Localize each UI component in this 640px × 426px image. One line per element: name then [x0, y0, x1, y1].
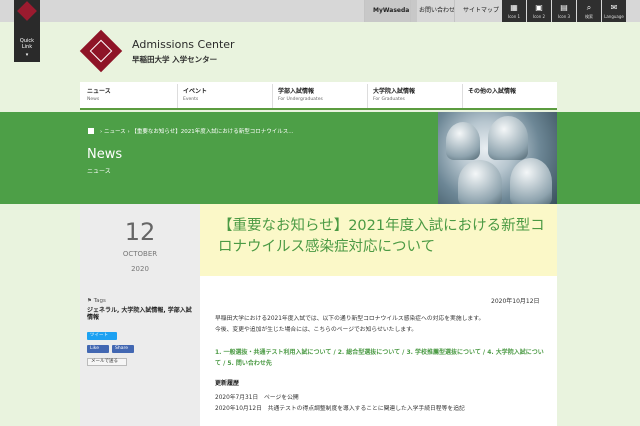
history-list: 2020年7月31日 ページを公開 2020年10月12日 共通テストの得点調整…	[215, 393, 545, 415]
tweet-button[interactable]: ツイート	[87, 332, 117, 340]
nav-item-graduates[interactable]: 大学院入試情報 For Graduates	[367, 84, 462, 108]
date-day: 12	[124, 218, 156, 246]
history-item: 2020年10月12日 共通テストの得点調整制度を導入することに関連した入学手続…	[215, 406, 465, 412]
article-heading: 【重要なお知らせ】2021年度入試における新型コロナウイルス感染症対応について	[218, 218, 545, 255]
waseda-logo-icon	[17, 1, 37, 21]
breadcrumb-news[interactable]: ニュース	[104, 129, 126, 135]
article-intro: 早稲田大学における2021年度入試では、以下の通り新型コロナウイルス感染症への対…	[215, 316, 485, 333]
page-subtitle: ニュース	[87, 168, 111, 175]
article-date: 2020年10月12日	[491, 298, 540, 305]
chevron-down-icon: ▾	[25, 52, 29, 58]
sitemap-link[interactable]: サイトマップ	[454, 0, 507, 22]
bells-photo	[438, 112, 557, 204]
nav-item-undergraduates[interactable]: 学部入試情報 For Undergraduates	[272, 84, 367, 108]
home-icon[interactable]	[88, 128, 94, 134]
speech-bubble-icon: ✉	[610, 3, 618, 12]
building-icon: ▦	[510, 3, 518, 12]
language-button[interactable]: ✉ Language	[602, 0, 626, 22]
quick-link-button[interactable]: Quick Link ▾	[14, 0, 40, 62]
grid-icon: ▤	[560, 3, 568, 12]
search-icon: ⌕	[586, 3, 592, 12]
nav-item-events[interactable]: イベント Events	[177, 84, 272, 108]
quick-link-label: Quick Link	[19, 38, 35, 50]
tags-list[interactable]: ジェネラル, 大学院入試情報, 学部入試情報	[87, 307, 197, 321]
facebook-like-button[interactable]: Like	[87, 345, 109, 353]
utility-icon-3[interactable]: ▤ Icon 3	[552, 0, 576, 22]
nav-item-news[interactable]: ニュース News	[82, 84, 177, 108]
page-title: News	[87, 147, 123, 162]
mail-button[interactable]: メールで送る	[87, 358, 127, 366]
date-year: 2020	[131, 265, 149, 273]
facebook-share-button[interactable]: Share	[112, 345, 134, 353]
search-button[interactable]: ⌕ 検索	[577, 0, 601, 22]
utility-icon-1[interactable]: ▦ Icon 1	[502, 0, 526, 22]
site-header	[80, 22, 557, 82]
history-heading: 更新履歴	[215, 380, 240, 387]
breadcrumb: › ニュース › 【重要なお知らせ】2021年度入試における新型コロナウイルス.…	[88, 127, 294, 135]
breadcrumb-current: 【重要なお知らせ】2021年度入試における新型コロナウイルス...	[131, 129, 294, 135]
history-item: 2020年7月31日 ページを公開	[215, 395, 299, 401]
bus-icon: ▣	[535, 3, 543, 12]
tags-heading: ⚑ Tags	[87, 298, 106, 304]
site-title-jp[interactable]: 早稲田大学 入学センター	[132, 54, 217, 65]
site-title-en[interactable]: Admissions Center	[132, 38, 235, 51]
nav-item-other[interactable]: その他の入試情報	[462, 84, 557, 108]
article-section-links[interactable]: 1. 一般選抜・共通テスト利用入試について / 2. 総合型選抜について / 3…	[215, 347, 545, 369]
utility-icon-2[interactable]: ▣ Icon 2	[527, 0, 551, 22]
date-month: OCTOBER	[122, 250, 158, 258]
tag-icon: ⚑	[87, 298, 94, 304]
